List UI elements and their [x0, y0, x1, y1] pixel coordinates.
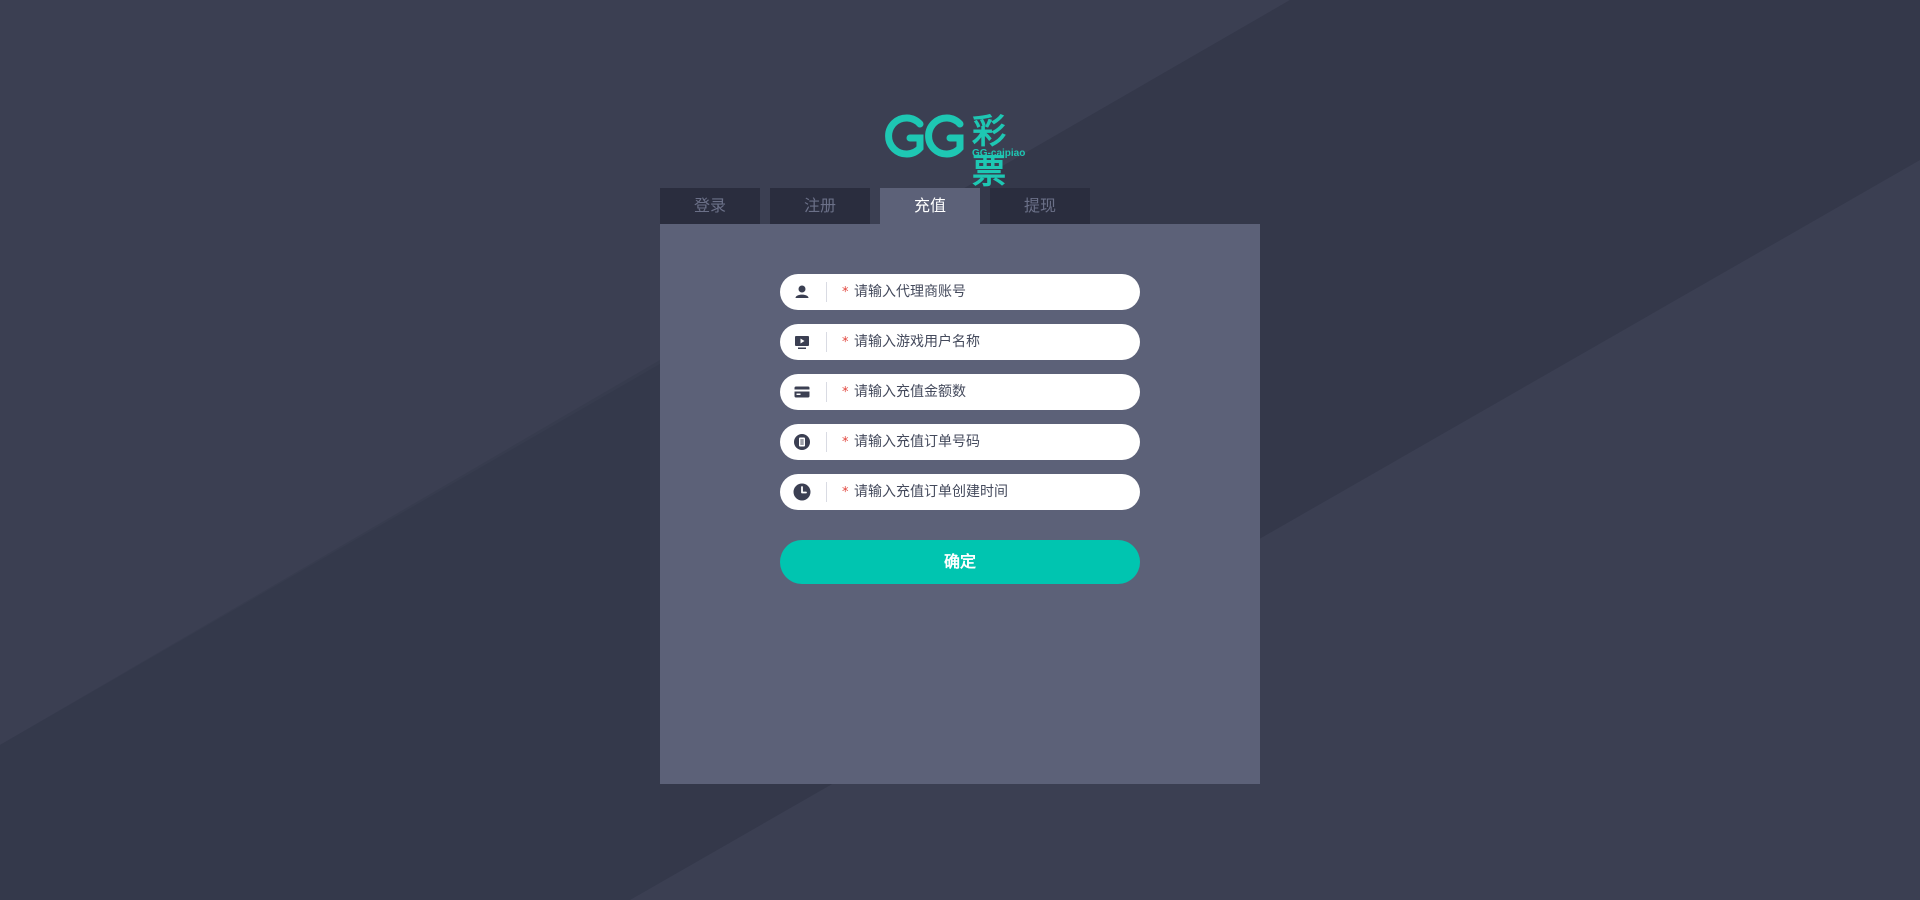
field-divider — [826, 282, 827, 302]
game-username-field: * — [780, 324, 1140, 360]
order-icon — [794, 434, 810, 450]
tab-register[interactable]: 注册 — [770, 188, 870, 224]
recharge-amount-field: * — [780, 374, 1140, 410]
agent-account-field: * — [780, 274, 1140, 310]
field-divider — [826, 482, 827, 502]
recharge-amount-input[interactable] — [852, 374, 1124, 410]
gg-logo-mark — [885, 114, 964, 158]
field-divider — [826, 332, 827, 352]
logo-subtitle: GG-caipiao — [972, 148, 1026, 159]
required-mark: * — [842, 485, 849, 500]
required-mark: * — [842, 385, 849, 400]
clock-icon — [793, 483, 811, 501]
required-mark: * — [842, 285, 849, 300]
order-number-input[interactable] — [852, 424, 1124, 460]
field-divider — [826, 432, 827, 452]
logo: 彩票 GG-caipiao — [884, 112, 1034, 192]
tab-recharge[interactable]: 充值 — [880, 188, 980, 224]
agent-account-input[interactable] — [852, 274, 1124, 310]
required-mark: * — [842, 435, 849, 450]
user-icon — [795, 285, 809, 298]
required-mark: * — [842, 335, 849, 350]
order-time-input[interactable] — [852, 474, 1124, 510]
confirm-button[interactable]: 确定 — [780, 540, 1140, 584]
credit-card-icon — [794, 386, 810, 398]
tab-withdraw[interactable]: 提现 — [990, 188, 1090, 224]
tab-login[interactable]: 登录 — [660, 188, 760, 224]
monitor-play-icon — [795, 336, 809, 349]
game-username-input[interactable] — [852, 324, 1124, 360]
field-divider — [826, 382, 827, 402]
order-time-field: * — [780, 474, 1140, 510]
order-number-field: * — [780, 424, 1140, 460]
recharge-panel: * * * * — [660, 224, 1260, 784]
